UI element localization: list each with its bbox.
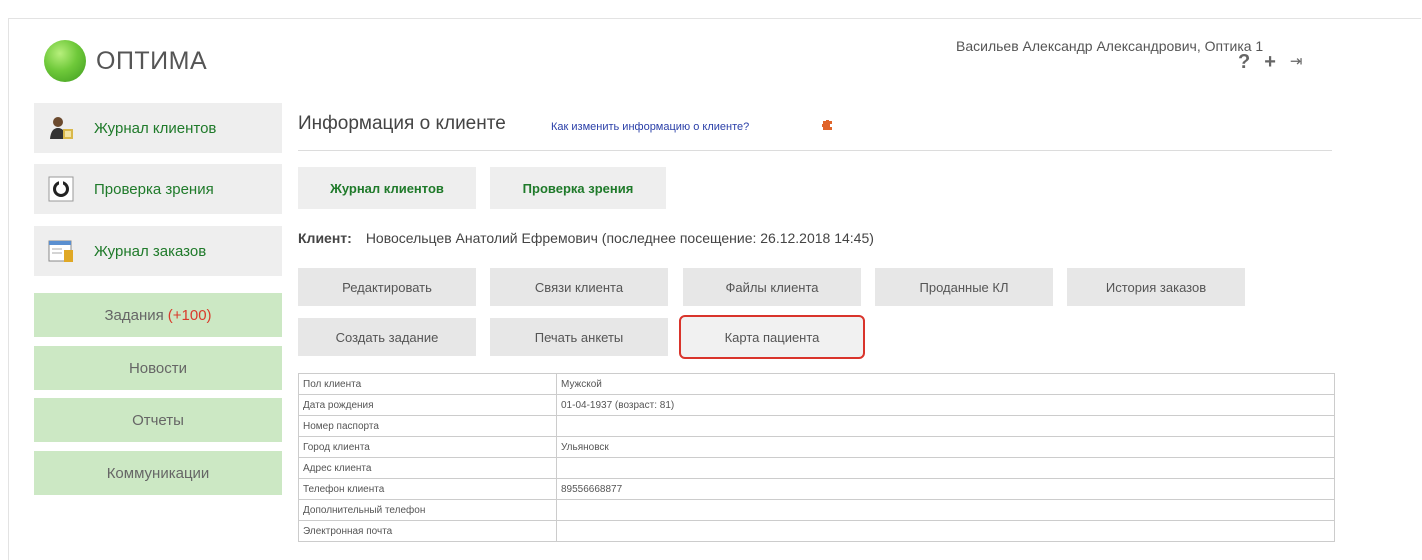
table-row: Дата рождения 01-04-1937 (возраст: 81) (298, 394, 1335, 416)
order-journal-icon (48, 240, 73, 262)
sidebar-item-label: Коммуникации (106, 464, 210, 482)
sidebar-item-order-journal[interactable]: Журнал заказов (34, 226, 282, 276)
row-label: Телефон клиента (298, 478, 557, 500)
help-icon[interactable]: ? (1238, 52, 1250, 72)
row-label: Пол клиента (298, 373, 557, 395)
row-label: Дата рождения (298, 394, 557, 416)
row-label: Адрес клиента (298, 457, 557, 479)
sidebar-item-communications[interactable]: Коммуникации (34, 451, 282, 495)
row-value: 89556668877 (556, 478, 1335, 500)
sidebar-item-label: Задания (104, 306, 164, 324)
sidebar-item-vision-check[interactable]: Проверка зрения (34, 164, 282, 214)
row-value: 01-04-1937 (возраст: 81) (556, 394, 1335, 416)
table-row: Электронная почта (298, 520, 1335, 542)
vision-check-button[interactable]: Проверка зрения (490, 167, 666, 209)
header-icons: ? + ⇥ (1238, 52, 1302, 72)
create-task-button[interactable]: Создать задание (298, 318, 476, 356)
row-label: Дополнительный телефон (298, 499, 557, 521)
client-journal-icon (50, 117, 73, 139)
vision-check-icon (48, 176, 74, 202)
client-info-table: Пол клиента Мужской Дата рождения 01-04-19… (298, 373, 1335, 542)
sidebar-item-tasks[interactable]: Задания (+100) (34, 293, 282, 337)
row-value: Мужской (556, 373, 1335, 395)
sidebar-item-reports[interactable]: Отчеты (34, 398, 282, 442)
row-value (556, 520, 1335, 542)
page-title: Информация о клиенте (298, 113, 506, 134)
plus-icon[interactable]: + (1264, 52, 1276, 72)
app-name: ОПТИМА (96, 46, 208, 75)
client-value: Новосельцев Анатолий Ефремович (последне… (365, 230, 874, 246)
table-row: Пол клиента Мужской (298, 373, 1335, 395)
row-value: Ульяновск (556, 436, 1335, 458)
sidebar-item-label: Отчеты (132, 411, 184, 429)
user-name: Васильев Александр Александрович, Оптика… (956, 38, 1264, 54)
help-puzzle-icon[interactable] (822, 120, 833, 131)
sidebar-item-label: Журнал клиентов (94, 119, 217, 137)
row-value (556, 499, 1335, 521)
table-row: Телефон клиента 89556668877 (298, 478, 1335, 500)
logo-ball-icon (44, 40, 86, 82)
sidebar-item-client-journal[interactable]: Журнал клиентов (34, 103, 282, 153)
sidebar-item-label: Проверка зрения (94, 180, 214, 198)
title-divider (298, 150, 1332, 151)
logout-icon[interactable]: ⇥ (1290, 52, 1303, 72)
tasks-count-badge: (+100) (167, 306, 212, 324)
client-journal-button[interactable]: Журнал клиентов (298, 167, 476, 209)
client-label: Клиент: (298, 230, 352, 246)
print-form-button[interactable]: Печать анкеты (490, 318, 668, 356)
sidebar-item-news[interactable]: Новости (34, 346, 282, 390)
sidebar-item-label: Новости (128, 359, 188, 377)
order-history-button[interactable]: История заказов (1067, 268, 1245, 306)
table-row: Адрес клиента (298, 457, 1335, 479)
edit-button[interactable]: Редактировать (298, 268, 476, 306)
table-row: Номер паспорта (298, 415, 1335, 437)
table-row: Дополнительный телефон (298, 499, 1335, 521)
client-links-button[interactable]: Связи клиента (490, 268, 668, 306)
row-label: Электронная почта (298, 520, 557, 542)
row-value (556, 457, 1335, 479)
app-logo[interactable]: ОПТИМА (44, 40, 207, 82)
row-label: Город клиента (298, 436, 557, 458)
row-label: Номер паспорта (298, 415, 557, 437)
sidebar-item-label: Журнал заказов (94, 242, 207, 260)
sold-cl-button[interactable]: Проданные КЛ (875, 268, 1053, 306)
table-row: Город клиента Ульяновск (298, 436, 1335, 458)
client-files-button[interactable]: Файлы клиента (683, 268, 861, 306)
patient-card-button[interactable]: Карта пациента (679, 315, 865, 359)
row-value (556, 415, 1335, 437)
client-info: Клиент: Новосельцев Анатолий Ефремович (п… (298, 230, 874, 246)
help-link[interactable]: Как изменить информацию о клиенте? (551, 121, 749, 133)
